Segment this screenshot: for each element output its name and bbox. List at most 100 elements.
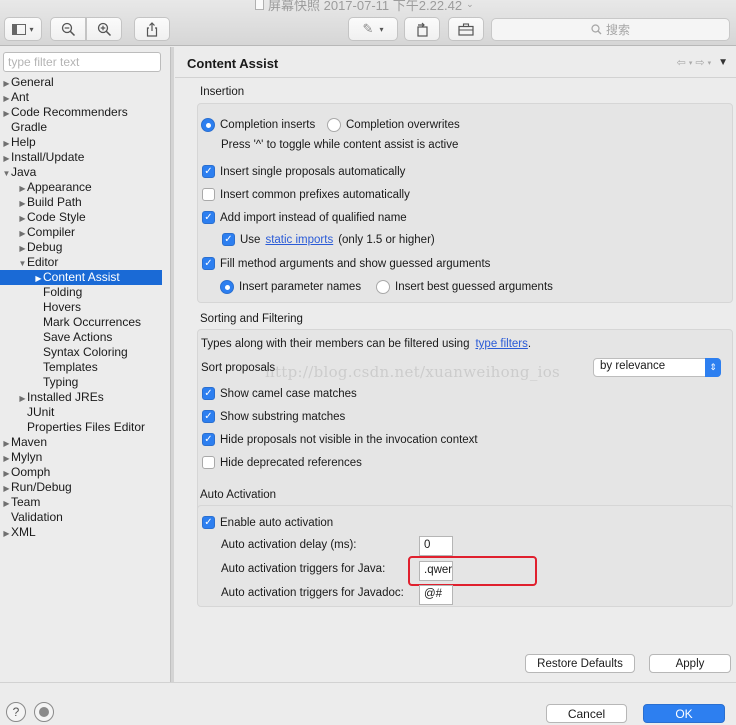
collapsed-arrow-icon[interactable]: ▶ (18, 211, 27, 226)
toolbar-search-field[interactable]: 搜索 (491, 18, 730, 41)
tree-item[interactable]: Mark Occurrences (0, 315, 162, 330)
collapsed-arrow-icon[interactable]: ▶ (2, 436, 11, 451)
hide-deprecated-checkbox[interactable]: ✓ (202, 456, 215, 469)
collapsed-arrow-icon[interactable]: ▶ (2, 151, 11, 166)
zoom-in-button[interactable] (86, 17, 122, 41)
single-proposals-checkbox[interactable]: ✓ (202, 165, 215, 178)
tree-item[interactable]: Hovers (0, 300, 162, 315)
forward-arrow-icon[interactable]: ⇨ (695, 56, 704, 69)
zoom-out-button[interactable] (50, 17, 86, 41)
chevron-down-icon[interactable]: ⌄ (466, 0, 474, 10)
collapsed-arrow-icon[interactable]: ▶ (34, 271, 43, 286)
collapsed-arrow-icon[interactable]: ▶ (2, 481, 11, 496)
collapsed-arrow-icon[interactable]: ▶ (2, 76, 11, 91)
collapsed-arrow-icon[interactable]: ▶ (2, 526, 11, 541)
collapsed-arrow-icon[interactable]: ▶ (2, 496, 11, 511)
rotate-button[interactable] (404, 17, 440, 41)
cancel-button[interactable]: Cancel (546, 704, 627, 723)
tree-item[interactable]: ▶Content Assist (0, 270, 162, 285)
apply-button[interactable]: Apply (649, 654, 731, 673)
tree-item[interactable]: ▼Editor (0, 255, 162, 270)
hide-not-visible-option[interactable]: ✓ Hide proposals not visible in the invo… (202, 433, 478, 446)
share-button[interactable] (134, 17, 170, 41)
completion-inserts-radio[interactable] (201, 118, 215, 132)
common-prefixes-checkbox[interactable]: ✓ (202, 188, 215, 201)
collapsed-arrow-icon[interactable]: ▶ (18, 391, 27, 406)
camel-case-option[interactable]: ✓ Show camel case matches (202, 387, 357, 400)
tree-item[interactable]: ▶XML (0, 525, 162, 540)
collapsed-arrow-icon[interactable]: ▶ (2, 466, 11, 481)
add-import-option[interactable]: ✓ Add import instead of qualified name (202, 211, 407, 224)
view-menu-icon[interactable]: ▼ (718, 57, 728, 68)
sidebar-toggle-button[interactable]: ▾ (4, 17, 42, 41)
chevron-down-icon[interactable]: ▾ (689, 59, 693, 67)
tree-item[interactable]: ▶Oomph (0, 465, 162, 480)
expanded-arrow-icon[interactable]: ▼ (18, 256, 27, 271)
tree-item[interactable]: ▶Install/Update (0, 150, 162, 165)
tree-item[interactable]: ▶Code Recommenders (0, 105, 162, 120)
enable-auto-activation-checkbox[interactable]: ✓ (202, 516, 215, 529)
insert-best-guessed-option[interactable]: Insert best guessed arguments (376, 280, 553, 294)
expanded-arrow-icon[interactable]: ▼ (2, 166, 11, 181)
insert-best-guessed-radio[interactable] (376, 280, 390, 294)
enable-auto-activation-option[interactable]: ✓ Enable auto activation (202, 516, 333, 529)
collapsed-arrow-icon[interactable]: ▶ (18, 181, 27, 196)
static-imports-link[interactable]: static imports (265, 234, 333, 246)
insert-param-names-radio[interactable] (220, 280, 234, 294)
tree-item[interactable]: Properties Files Editor (0, 420, 162, 435)
javadoc-triggers-input[interactable]: @# (419, 585, 453, 605)
tree-item[interactable]: ▶Debug (0, 240, 162, 255)
collapsed-arrow-icon[interactable]: ▶ (18, 196, 27, 211)
tree-item[interactable]: ▶General (0, 75, 162, 90)
tree-item[interactable]: Templates (0, 360, 162, 375)
help-icon[interactable]: ? (6, 702, 26, 722)
hide-not-visible-checkbox[interactable]: ✓ (202, 433, 215, 446)
insert-param-names-option[interactable]: Insert parameter names (220, 280, 361, 294)
hide-deprecated-option[interactable]: ✓ Hide deprecated references (202, 456, 362, 469)
common-prefixes-option[interactable]: ✓ Insert common prefixes automatically (202, 188, 410, 201)
tree-item[interactable]: ▶Mylyn (0, 450, 162, 465)
tree-item[interactable]: ▶Ant (0, 90, 162, 105)
sort-proposals-select[interactable]: by relevance ⇕ (593, 358, 721, 377)
collapsed-arrow-icon[interactable]: ▶ (2, 91, 11, 106)
collapsed-arrow-icon[interactable]: ▶ (18, 226, 27, 241)
collapsed-arrow-icon[interactable]: ▶ (2, 136, 11, 151)
tree-item[interactable]: ▶Code Style (0, 210, 162, 225)
markup-button[interactable]: ✎ ▾ (348, 17, 398, 41)
filter-input[interactable] (3, 52, 161, 72)
single-proposals-option[interactable]: ✓ Insert single proposals automatically (202, 165, 405, 178)
tree-item[interactable]: Gradle (0, 120, 162, 135)
tree-item[interactable]: Folding (0, 285, 162, 300)
restore-defaults-button[interactable]: Restore Defaults (525, 654, 635, 673)
tree-item[interactable]: Save Actions (0, 330, 162, 345)
use-static-imports-option[interactable]: ✓ Use static imports (only 1.5 or higher… (222, 233, 435, 246)
use-static-imports-checkbox[interactable]: ✓ (222, 233, 235, 246)
collapsed-arrow-icon[interactable]: ▶ (2, 451, 11, 466)
completion-overwrites-radio[interactable] (327, 118, 341, 132)
ok-button[interactable]: OK (643, 704, 725, 723)
tree-item[interactable]: ▼Java (0, 165, 162, 180)
collapsed-arrow-icon[interactable]: ▶ (2, 106, 11, 121)
substring-option[interactable]: ✓ Show substring matches (202, 410, 345, 423)
collapsed-arrow-icon[interactable]: ▶ (18, 241, 27, 256)
tree-item[interactable]: JUnit (0, 405, 162, 420)
tree-item[interactable]: Typing (0, 375, 162, 390)
sash-divider[interactable] (170, 47, 174, 682)
tree-item[interactable]: ▶Installed JREs (0, 390, 162, 405)
back-arrow-icon[interactable]: ⇦ (677, 56, 686, 69)
chevron-down-icon[interactable]: ▾ (708, 59, 712, 67)
camel-case-checkbox[interactable]: ✓ (202, 387, 215, 400)
tree-item[interactable]: ▶Maven (0, 435, 162, 450)
tree-item[interactable]: Validation (0, 510, 162, 525)
tree-item[interactable]: ▶Appearance (0, 180, 162, 195)
delay-input[interactable]: 0 (419, 536, 453, 556)
tree-item[interactable]: Syntax Coloring (0, 345, 162, 360)
completion-inserts-option[interactable]: Completion inserts (201, 118, 315, 132)
tree-item[interactable]: ▶Help (0, 135, 162, 150)
toolbox-button[interactable] (448, 17, 484, 41)
type-filters-link[interactable]: type filters (475, 338, 527, 350)
tree-item[interactable]: ▶Team (0, 495, 162, 510)
tree-item[interactable]: ▶Build Path (0, 195, 162, 210)
fill-method-args-option[interactable]: ✓ Fill method arguments and show guessed… (202, 257, 490, 270)
record-icon[interactable] (34, 702, 54, 722)
